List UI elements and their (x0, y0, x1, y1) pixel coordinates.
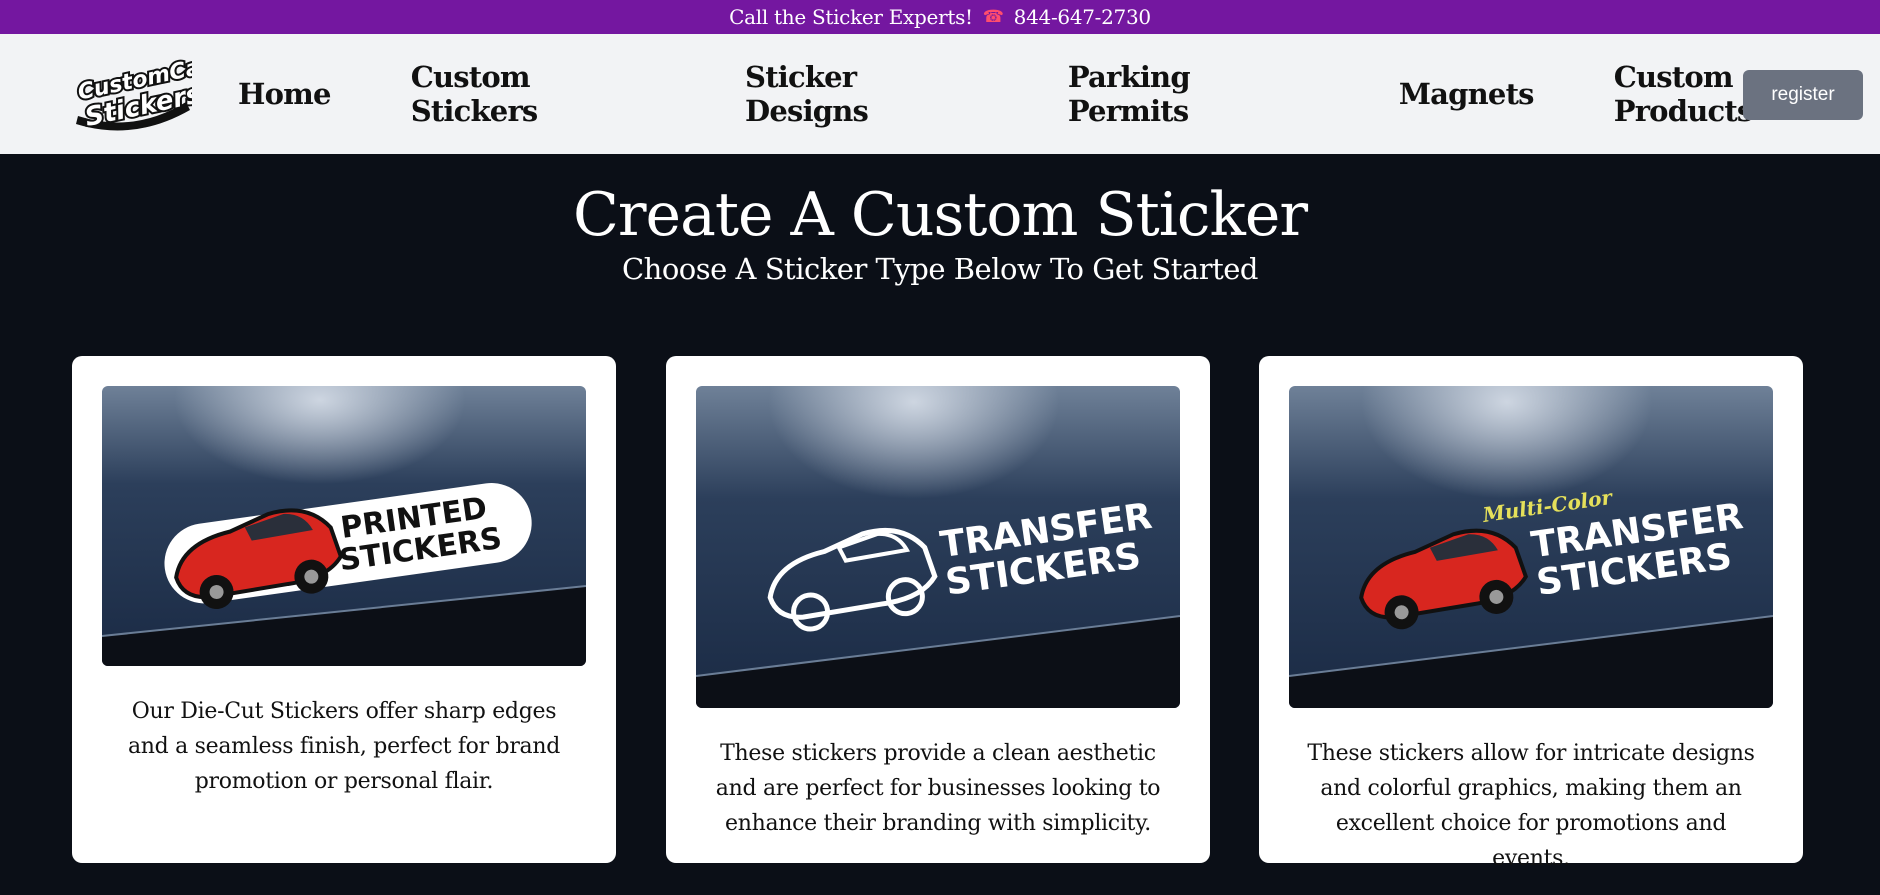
main-navigation: CustomCar Stickers Home Custom Stickers … (0, 34, 1880, 154)
transfer-stickers-image[interactable]: TRANSFER STICKERS (696, 386, 1180, 708)
phone-number[interactable]: 844-647-2730 (1014, 5, 1151, 29)
nav-home[interactable]: Home (238, 77, 331, 111)
telephone-icon: ☎ (982, 7, 1004, 27)
card-printed-stickers[interactable]: PRINTED STICKERS Our Die-Cut Stickers of… (72, 356, 616, 863)
page-title: Create A Custom Sticker (572, 180, 1308, 250)
register-button[interactable]: register (1743, 70, 1863, 120)
multicolor-transfer-stickers-image[interactable]: Multi-Color TRANSFER STICKERS (1289, 386, 1773, 708)
printed-stickers-image[interactable]: PRINTED STICKERS (102, 386, 586, 666)
top-announcement-bar: Call the Sticker Experts! ☎ 844-647-2730 (0, 0, 1880, 34)
card-description: These stickers allow for intricate desig… (1307, 741, 1755, 871)
nav-links: Home Custom Stickers Sticker Designs Par… (238, 34, 1880, 154)
hero-section: Create A Custom Sticker Choose A Sticker… (0, 182, 1880, 286)
page-subtitle: Choose A Sticker Type Below To Get Start… (621, 252, 1259, 286)
card-description: Our Die-Cut Stickers offer sharp edges a… (127, 699, 561, 794)
announcement-text: Call the Sticker Experts! (729, 5, 973, 29)
nav-parking-permits[interactable]: Parking Permits (1068, 60, 1319, 128)
nav-magnets[interactable]: Magnets (1399, 77, 1535, 111)
card-description: These stickers provide a clean aesthetic… (715, 741, 1161, 836)
sticker-type-cards: PRINTED STICKERS Our Die-Cut Stickers of… (0, 286, 1880, 871)
site-logo[interactable]: CustomCar Stickers (74, 56, 192, 134)
nav-custom-stickers[interactable]: Custom Stickers (411, 60, 665, 128)
nav-sticker-designs[interactable]: Sticker Designs (745, 60, 988, 128)
card-multicolor-transfer-stickers[interactable]: Multi-Color TRANSFER STICKERS These stic… (1259, 356, 1803, 871)
card-transfer-stickers[interactable]: TRANSFER STICKERS These stickers provide… (666, 356, 1210, 863)
